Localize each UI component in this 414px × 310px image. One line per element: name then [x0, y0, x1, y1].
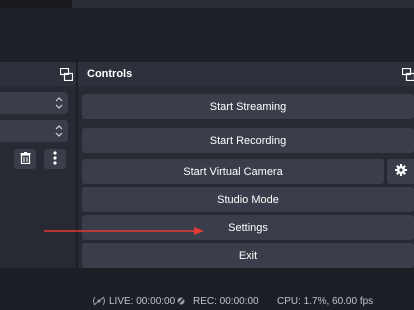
exit-button[interactable]: Exit — [82, 243, 414, 268]
top-strip — [0, 0, 414, 8]
start-streaming-button[interactable]: Start Streaming — [82, 94, 414, 119]
streaming-off-icon — [92, 296, 106, 306]
virtual-camera-settings-button[interactable] — [387, 159, 414, 184]
controls-dock-header: Controls — [78, 62, 414, 86]
preview-area — [0, 8, 414, 60]
start-recording-button[interactable]: Start Recording — [82, 128, 414, 153]
status-bar: LIVE: 00:00:00 REC: 00:00:00 CPU: 1.7%, … — [0, 292, 414, 310]
annotation-arrow — [44, 226, 204, 235]
left-dock-header — [0, 62, 76, 86]
rec-status: REC: 00:00:00 — [193, 296, 259, 307]
spin-arrows-icon[interactable] — [54, 124, 64, 138]
start-virtual-camera-button[interactable]: Start Virtual Camera — [82, 159, 384, 184]
spin-arrows-icon[interactable] — [54, 97, 64, 109]
trash-icon — [20, 151, 31, 167]
live-status: LIVE: 00:00:00 — [109, 296, 176, 307]
undock-icon[interactable] — [58, 66, 74, 82]
spin-box-2[interactable] — [0, 120, 68, 142]
cpu-status: CPU: 1.7%, 60.00 fps — [277, 296, 374, 307]
more-vertical-icon — [53, 150, 57, 168]
recording-off-icon — [176, 296, 186, 306]
trash-button[interactable] — [14, 149, 36, 169]
spin-box-1[interactable] — [0, 92, 68, 114]
controls-title: Controls — [87, 68, 133, 80]
more-options-button[interactable] — [44, 149, 66, 169]
gear-icon — [394, 164, 407, 179]
undock-icon[interactable] — [400, 66, 414, 82]
studio-mode-button[interactable]: Studio Mode — [82, 187, 414, 212]
